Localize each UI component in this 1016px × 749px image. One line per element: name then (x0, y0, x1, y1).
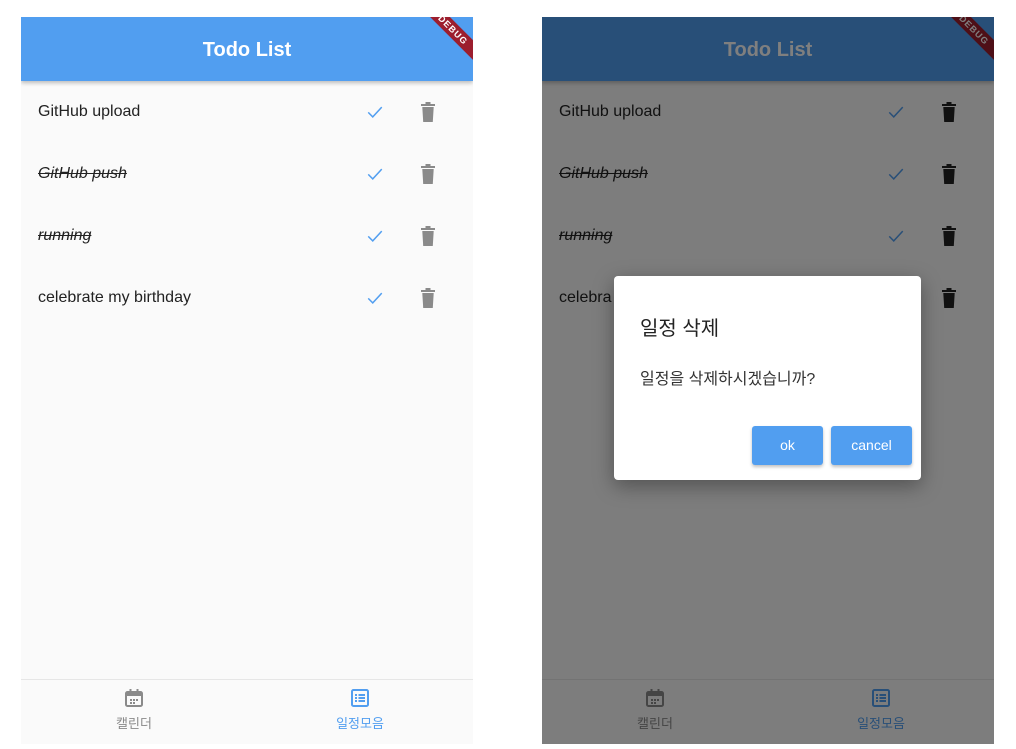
dialog-title: 일정 삭제 (640, 318, 720, 340)
screen-todo-list-dialog: Todo List DEBUG GitHub upload GitHub pus… (542, 17, 994, 744)
app-bar: Todo List (21, 17, 473, 81)
todo-text: GitHub upload (38, 103, 141, 120)
check-icon[interactable] (366, 103, 384, 121)
todo-row: GitHub push (21, 143, 473, 205)
trash-icon[interactable] (421, 288, 435, 308)
ok-button[interactable]: ok (752, 426, 823, 465)
delete-dialog: 일정 삭제 일정을 삭제하시겠습니까? ok cancel (614, 276, 921, 480)
todo-row: GitHub upload (21, 81, 473, 143)
calendar-icon (125, 689, 143, 707)
todo-text: GitHub push (38, 165, 127, 182)
list-icon (351, 689, 369, 707)
check-icon[interactable] (366, 165, 384, 183)
todo-row: running (21, 205, 473, 267)
todo-list: GitHub upload GitHub push running celebr… (21, 81, 473, 329)
nav-item-schedule[interactable]: 일정모음 (247, 680, 473, 744)
nav-item-calendar[interactable]: 캘린더 (21, 680, 247, 744)
trash-icon[interactable] (421, 164, 435, 184)
dialog-message: 일정을 삭제하시겠습니까? (640, 371, 816, 388)
nav-label-calendar: 캘린더 (116, 716, 152, 731)
trash-icon[interactable] (421, 102, 435, 122)
nav-label-schedule: 일정모음 (336, 716, 384, 731)
cancel-button[interactable]: cancel (831, 426, 912, 465)
bottom-navigation: 캘린더 일정모음 (21, 679, 473, 744)
todo-text: running (38, 227, 92, 244)
screen-todo-list: Todo List DEBUG GitHub upload GitHub pus… (21, 17, 473, 744)
todo-text: celebrate my birthday (38, 289, 191, 306)
app-title: Todo List (202, 39, 292, 61)
todo-row: celebrate my birthday (21, 267, 473, 329)
check-icon[interactable] (366, 227, 384, 245)
check-icon[interactable] (366, 289, 384, 307)
trash-icon[interactable] (421, 226, 435, 246)
